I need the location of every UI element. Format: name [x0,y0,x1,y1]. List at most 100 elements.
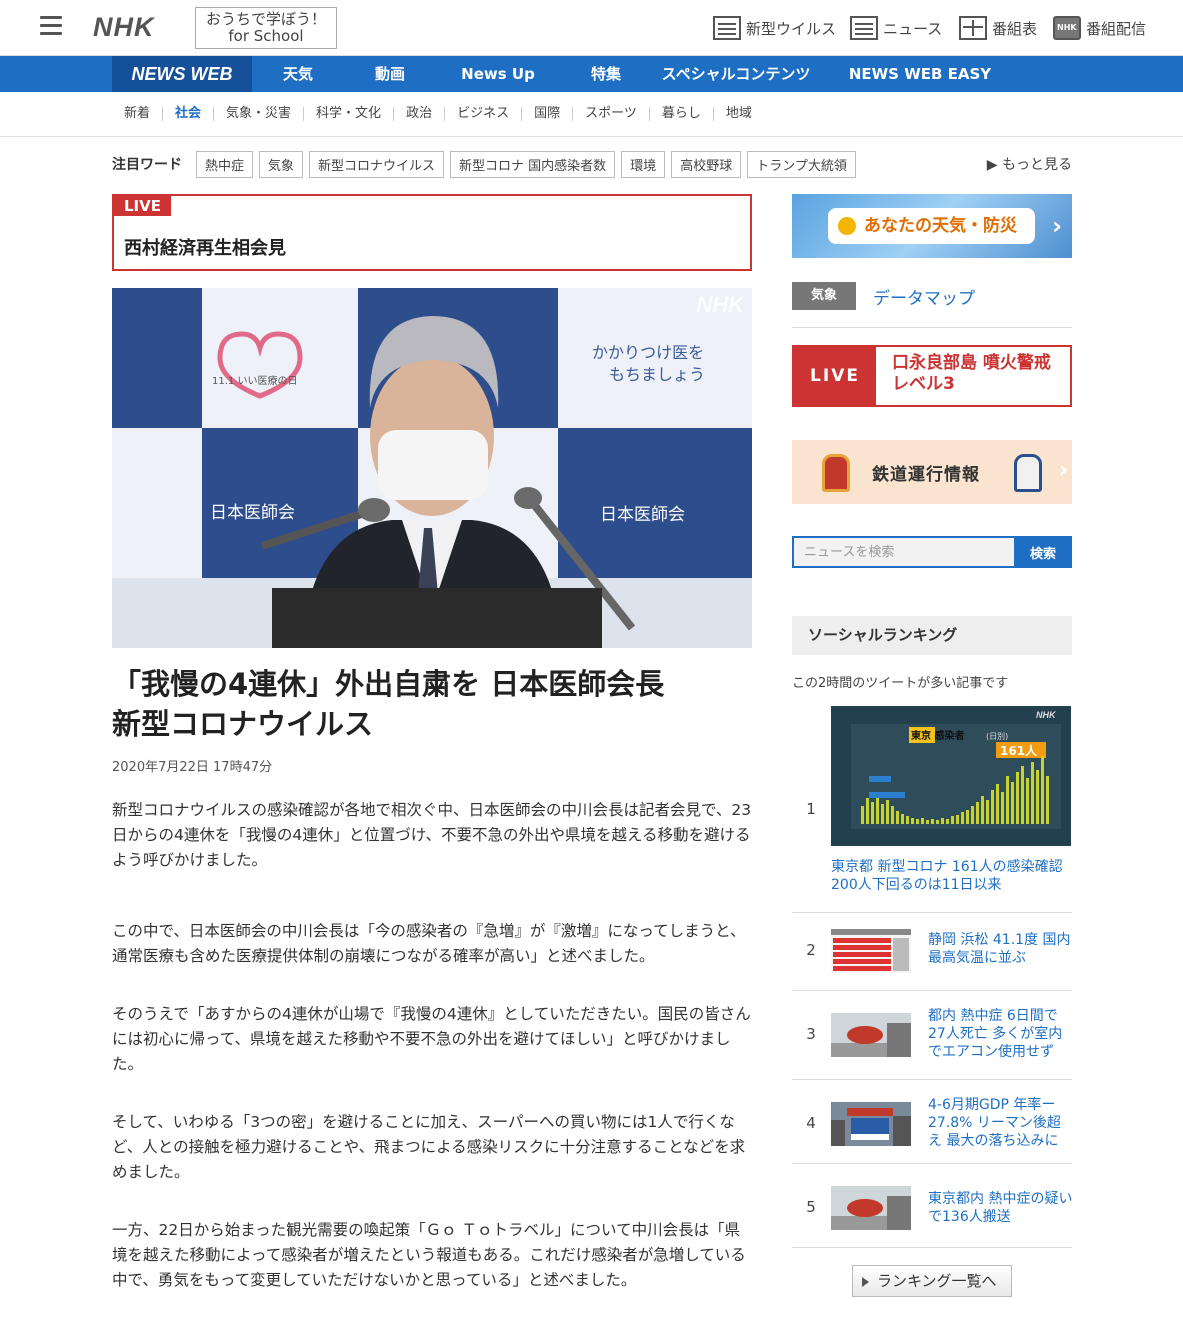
article-paragraph: この中で、日本医師会の中川会長は「今の感染者の『急増』が『激増』になってしまうと… [112,922,746,965]
article-paragraph: 新型コロナウイルスの感染確認が各地で相次ぐ中、日本医師会の中川会長は記者会見で、… [112,801,752,869]
news-icon [850,16,878,40]
topnav-schedule[interactable]: 番組表 [959,14,1037,42]
article-date: 2020年7月22日 17時47分 [112,760,273,775]
news-search: 検索 [792,536,1072,568]
category-nav: 新着 社会 気象・災害 科学・文化 政治 ビジネス 国際 スポーツ 暮らし 地域 [112,92,764,136]
ranking-item[interactable]: 1 東京 感染者 (日別) 161人 NHK 東京都 新型コロナ 161人の感染… [792,706,1072,913]
chevron-right-icon: › [1058,458,1068,483]
category-new[interactable]: 新着 [112,107,162,121]
main-nav: NEWS WEB 天気 動画 News Up 特集 スペシャルコンテンツ NEW… [0,56,1183,92]
ranking-item[interactable]: 4 4-6月期GDP 年率ー27.8% リーマン後超え 最大の落ち込みに [792,1080,1072,1164]
shinkansen-icon [1014,454,1042,492]
trending-tag[interactable]: 環境 [621,150,666,178]
category-sports[interactable]: スポーツ [572,107,649,121]
trending-words: 注目ワード 熱中症 気象 新型コロナウイルス 新型コロナ 国内感染者数 環境 高… [112,150,1072,178]
ranking-title: 東京都内 熱中症の疑いで136人搬送 [928,1191,1073,1225]
ranking-list-button[interactable]: ランキング一覧へ [852,1265,1012,1297]
city-gdp-thumbnail [831,1102,911,1146]
hero-poster-left-text: 11.1 いい医療の日 [212,374,297,387]
trending-tag[interactable]: トランプ大統領 [747,150,856,178]
trending-tag[interactable]: 熱中症 [196,150,254,178]
data-map-link[interactable]: データマップ [873,284,975,309]
divider [0,136,1183,137]
live-badge: LIVE [794,347,876,405]
railway-label: 鉄道運行情報 [872,465,980,485]
for-school-link[interactable]: おうちで学ぼう！ for School [195,7,337,49]
nav-features[interactable]: 特集 [560,56,652,92]
trending-tag[interactable]: 高校野球 [671,150,742,178]
hero-org-left: 日本医師会 [210,503,295,523]
nhk-plus-icon-text: NHK [1057,23,1077,32]
weather-badge: 気象 [792,282,856,310]
railway-info-banner[interactable]: 鉄道運行情報 › [792,440,1072,504]
category-weather-disaster[interactable]: 気象・災害 [213,107,303,121]
ranking-thumbnail [831,1186,911,1230]
category-international[interactable]: 国際 [521,107,572,121]
weather-banner[interactable]: あなたの天気・防災 › [792,194,1072,258]
top-header: NHK おうちで学ぼう！ for School 新型ウイルス ニュース 番組表 … [0,0,1183,56]
ranking-item[interactable]: 2 静岡 浜松 41.1度 国内最高気温に並ぶ [792,913,1072,991]
ranking-title: 都内 熱中症 6日間で27人死亡 多くが室内でエアコン使用せず [928,1008,1063,1060]
weather-label: あなたの天気・防災 [828,208,1035,244]
hero-poster-right-line2: もちましょう [609,365,705,384]
heat-sun-thumbnail [831,1013,911,1057]
chart-logo: NHK [1036,710,1057,720]
trending-label: 注目ワード [112,157,182,173]
chevron-right-icon: › [1052,212,1062,240]
trending-tag[interactable]: 新型コロナウイルス [309,150,445,178]
topnav-news[interactable]: ニュース [850,14,942,42]
category-society[interactable]: 社会 [162,107,213,121]
topnav-coronavirus[interactable]: 新型ウイルス [713,14,836,42]
article-body: 新型コロナウイルスの感染確認が各地で相次ぐ中、日本医師会の中川会長は記者会見で、… [112,798,752,1326]
article-paragraph: 一方、22日から始まった観光需要の喚起策「Ｇｏ Ｔｏトラベル」について中川会長は… [112,1221,746,1289]
article-headline: 「我慢の4連休」外出自粛を 日本医師会長 新型コロナウイルス [112,667,665,741]
ranking-title: 東京都 新型コロナ 161人の感染確認 200人下回るのは11日以来 [831,859,1063,893]
trending-tag[interactable]: 新型コロナ 国内感染者数 [450,150,616,178]
live-title: 西村経済再生相会見 [124,238,286,259]
ranking-thumbnail [831,1102,911,1146]
chart-value: 161人 [1000,743,1038,758]
press-conference-photo: 11.1 いい医療の日 かかりつけ医を もちましょう 日本医師会 日本医師会 [112,288,752,648]
article-paragraph: そのうえで「あすからの4連休が山場で『我慢の4連休』としていただきたい。国民の皆… [112,1005,751,1073]
nav-special-contents[interactable]: スペシャルコンテンツ [652,56,820,92]
social-ranking-subtitle: この2時間のツイートが多い記事です [792,676,1009,691]
rank-number: 4 [806,1114,816,1132]
volcano-live-banner[interactable]: LIVE 口永良部島 噴火警戒レベル3 [792,345,1072,407]
nhk-logo[interactable]: NHK [93,12,155,43]
nav-weather[interactable]: 天気 [252,56,344,92]
sun-cloud-icon [838,217,856,235]
hero-poster-right-line1: かかりつけ医を [592,343,704,362]
nav-video[interactable]: 動画 [344,56,436,92]
live-badge: LIVE [114,196,171,216]
rank-number: 1 [806,800,816,818]
menu-icon[interactable] [40,16,62,36]
category-business[interactable]: ビジネス [444,107,521,121]
ranking-title: 静岡 浜松 41.1度 国内最高気温に並ぶ [928,932,1071,966]
ranking-item[interactable]: 3 都内 熱中症 6日間で27人死亡 多くが室内でエアコン使用せず [792,991,1072,1080]
live-banner[interactable]: LIVE 西村経済再生相会見 [112,194,752,271]
category-science-culture[interactable]: 科学・文化 [303,107,393,121]
more-trending-link[interactable]: ▶ もっと見る [987,154,1072,174]
ranking-thumbnail [831,1013,911,1057]
rank-number: 3 [806,1025,816,1043]
topnav-streaming[interactable]: NHK 番組配信 [1053,14,1146,42]
temperature-table-thumbnail [831,929,911,973]
rank-number: 2 [806,941,816,959]
category-politics[interactable]: 政治 [393,107,444,121]
ranking-item[interactable]: 5 東京都内 熱中症の疑いで136人搬送 [792,1164,1072,1248]
search-button[interactable]: 検索 [1014,536,1072,568]
trending-tag[interactable]: 気象 [259,150,304,178]
nav-news-web-easy[interactable]: NEWS WEB EASY [820,56,1020,92]
virus-news-icon [713,16,741,40]
news-web-brand[interactable]: NEWS WEB [112,56,252,92]
ranking-title: 4-6月期GDP 年率ー27.8% リーマン後超え 最大の落ち込みに [928,1097,1061,1149]
infection-chart-thumbnail: 東京 感染者 (日別) 161人 NHK [831,706,1071,846]
ranking-thumbnail [831,929,911,973]
article-paragraph: そして、いわゆる「3つの密」を避けることに加え、スーパーへの買い物には1人で行く… [112,1113,746,1181]
weather-data-map: 気象 データマップ [792,282,1072,328]
search-input[interactable] [792,536,1014,568]
nhk-watermark: NHK [696,292,744,317]
category-life[interactable]: 暮らし [648,107,713,121]
category-regional[interactable]: 地域 [712,107,764,121]
nav-news-up[interactable]: News Up [436,56,560,92]
